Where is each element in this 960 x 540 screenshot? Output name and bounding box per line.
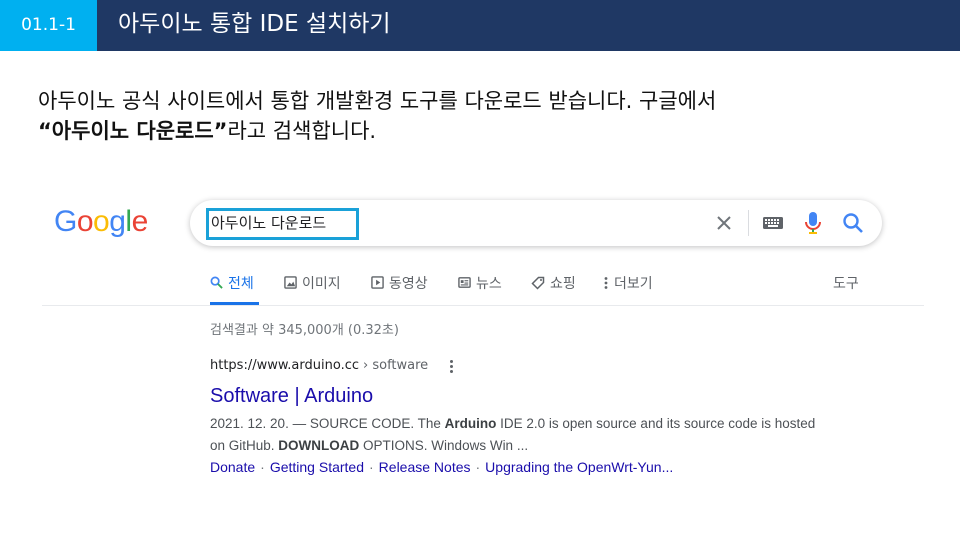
snippet-text: OPTIONS. Windows Win ...	[359, 438, 529, 453]
slide-number: 01.1-1	[0, 0, 97, 51]
intro-quote: “아두이노 다운로드”	[38, 119, 228, 143]
search-icon	[210, 276, 223, 289]
snippet-bold: DOWNLOAD	[278, 438, 360, 453]
google-logo[interactable]: Google	[54, 205, 148, 239]
logo-letter: o	[76, 205, 94, 238]
sitelink-release-notes[interactable]: Release Notes	[379, 459, 471, 475]
search-result: https://www.arduino.cc › software Softwa…	[210, 356, 830, 477]
snippet-bold: Arduino	[444, 416, 497, 431]
result-cite[interactable]: https://www.arduino.cc › software	[210, 356, 830, 376]
tab-label: 이미지	[302, 276, 341, 292]
tab-more[interactable]: 더보기	[603, 273, 653, 305]
more-vert-icon[interactable]	[448, 359, 454, 373]
snippet-text: 2021. 12. 20. — SOURCE CODE. The	[210, 416, 445, 431]
microphone-icon[interactable]	[803, 211, 823, 235]
search-input[interactable]: 아두이노 다운로드	[211, 212, 326, 233]
tab-tools[interactable]: 도구	[833, 273, 859, 305]
news-icon	[458, 277, 471, 288]
keyboard-icon[interactable]	[762, 214, 784, 232]
search-icon[interactable]	[842, 212, 864, 234]
logo-letter: o	[93, 205, 110, 238]
result-stats: 검색결과 약 345,000개 (0.32초)	[210, 323, 399, 338]
tabs-divider	[42, 305, 924, 306]
logo-letter: g	[109, 205, 126, 238]
sitelink-donate[interactable]: Donate	[210, 459, 255, 475]
result-sitelinks: Donate · Getting Started · Release Notes · Upg…	[210, 457, 830, 477]
intro-tail: 라고 검색합니다.	[227, 119, 377, 143]
result-path: › software	[363, 358, 429, 373]
sitelink-separator: ·	[475, 459, 481, 475]
sitelink-separator: ·	[260, 459, 265, 475]
tab-shopping[interactable]: 쇼핑	[531, 273, 576, 305]
tab-label: 뉴스	[476, 276, 502, 292]
tab-label: 동영상	[389, 276, 428, 292]
tab-videos[interactable]: 동영상	[371, 273, 428, 305]
intro-line-1: 아두이노 공식 사이트에서 통합 개발환경 도구를 다운로드 받습니다. 구글에…	[38, 89, 717, 113]
tab-label: 도구	[833, 276, 859, 292]
intro-paragraph: 아두이노 공식 사이트에서 통합 개발환경 도구를 다운로드 받습니다. 구글에…	[38, 86, 918, 146]
sitelink-getting-started[interactable]: Getting Started	[270, 459, 364, 475]
tab-label: 쇼핑	[550, 276, 576, 292]
tab-label: 전체	[228, 276, 254, 292]
close-icon[interactable]	[714, 213, 734, 233]
video-icon	[371, 276, 384, 289]
image-icon	[284, 276, 297, 289]
result-title-link[interactable]: Software | Arduino	[210, 383, 830, 409]
search-tabs: 전체 이미지 동영상 뉴스 쇼핑 더보기 도구	[210, 273, 870, 305]
search-box[interactable]: 아두이노 다운로드	[190, 200, 882, 246]
more-vert-icon	[604, 277, 608, 289]
tag-icon	[531, 276, 545, 290]
slide-title: 아두이노 통합 IDE 설치하기	[118, 11, 391, 37]
tab-news[interactable]: 뉴스	[458, 273, 502, 305]
tab-all[interactable]: 전체	[210, 273, 259, 305]
logo-letter: G	[54, 205, 77, 238]
tab-images[interactable]: 이미지	[284, 273, 341, 305]
search-divider	[748, 210, 749, 236]
sitelink-separator: ·	[369, 459, 374, 475]
result-site: https://www.arduino.cc	[210, 358, 360, 373]
sitelink-upgrading[interactable]: Upgrading the OpenWrt-Yun...	[485, 459, 673, 475]
result-snippet: 2021. 12. 20. — SOURCE CODE. The Arduino…	[210, 413, 830, 457]
logo-letter: e	[131, 205, 149, 238]
tab-label: 더보기	[614, 276, 653, 292]
